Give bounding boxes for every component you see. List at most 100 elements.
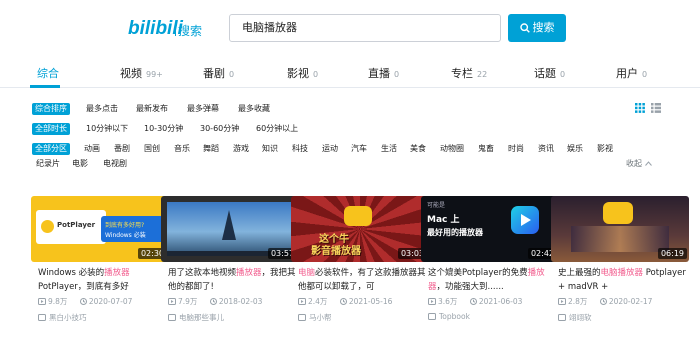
search-button[interactable]: 搜索 xyxy=(508,14,566,42)
zone-option[interactable]: 影视 xyxy=(597,143,613,155)
thumb-caption: Mac 上 xyxy=(427,215,460,225)
duration-option[interactable]: 全部时长 xyxy=(32,123,70,135)
tab-topic[interactable]: 话题 0 xyxy=(534,65,565,81)
play-count-icon xyxy=(558,298,566,305)
sort-option[interactable]: 最多弹幕 xyxy=(187,103,219,115)
zone-option[interactable]: 鬼畜 xyxy=(478,143,494,155)
play-triangle xyxy=(521,214,531,226)
up-icon xyxy=(38,314,46,321)
video-thumbnail[interactable]: 可能是 Mac 上 最好用的播放器 02:42 xyxy=(421,196,559,262)
video-meta: 7.9万 2018-02-03 xyxy=(168,296,298,307)
duration-option[interactable]: 10分钟以下 xyxy=(86,123,128,135)
grid-view-icon[interactable] xyxy=(635,103,645,115)
video-card[interactable]: 03:57 用了这款本地视频播放器，我把其他的都卸了! 7.9万 2018-02… xyxy=(161,196,299,336)
video-card[interactable]: 这个牛 影音播放器 03:03 电脑必装软件，有了这款播放器其他都可以卸载了，可… xyxy=(291,196,429,336)
video-title[interactable]: 这个媲美Potplayer的免费播放器，功能强大到...... xyxy=(428,266,556,294)
duration-option[interactable]: 10-30分钟 xyxy=(144,123,183,135)
collapse-toggle[interactable]: 收起 xyxy=(626,158,652,169)
search-icon xyxy=(519,23,530,33)
tab-label: 综合 xyxy=(37,67,59,80)
tab-article[interactable]: 专栏 22 xyxy=(451,65,487,81)
tab-film[interactable]: 影视 0 xyxy=(287,65,318,81)
zone-option[interactable]: 科技 xyxy=(292,143,308,155)
video-card[interactable]: 可能是 Mac 上 最好用的播放器 02:42 这个媲美Potplayer的免费… xyxy=(421,196,559,336)
uploader[interactable]: 翊翊软 xyxy=(558,312,592,323)
up-icon xyxy=(428,313,436,320)
zone-option[interactable]: 知识 xyxy=(262,143,278,155)
sort-option[interactable]: 综合排序 xyxy=(32,103,70,115)
video-title[interactable]: Windows 必装的播放器 PotPlayer，到底有多好 xyxy=(38,266,166,294)
sort-option[interactable]: 最新发布 xyxy=(136,103,168,115)
zone-option[interactable]: 电视剧 xyxy=(103,158,127,170)
uploader[interactable]: Topbook xyxy=(428,312,470,321)
uploader[interactable]: 马小帮 xyxy=(298,312,332,323)
duration-option[interactable]: 60分钟以上 xyxy=(256,123,298,135)
title-text: ，功能强大到...... xyxy=(436,282,504,292)
view-count: 2.8万 xyxy=(568,297,588,306)
view-count: 7.9万 xyxy=(178,297,198,306)
upload-date: 2018-02-03 xyxy=(218,297,263,306)
duration-filter-row: 全部时长 10分钟以下 10-30分钟 30-60分钟 60分钟以上 xyxy=(32,123,432,135)
video-thumbnail[interactable]: 03:57 xyxy=(161,196,299,262)
list-view-icon[interactable] xyxy=(650,103,661,115)
tab-label: 话题 xyxy=(534,67,556,80)
zone-option[interactable]: 运动 xyxy=(322,143,338,155)
player-logo-icon xyxy=(603,202,633,224)
sort-option[interactable]: 最多点击 xyxy=(86,103,118,115)
zone-option[interactable]: 全部分区 xyxy=(32,143,70,155)
tab-user[interactable]: 用户 0 xyxy=(616,65,647,81)
view-toggle xyxy=(635,103,664,115)
player-logo-icon xyxy=(344,206,372,226)
zone-option[interactable]: 音乐 xyxy=(174,143,190,155)
video-title[interactable]: 史上最强的电脑播放器 Potplayer + madVR + xyxy=(558,266,686,294)
title-highlight: 播放器 xyxy=(104,268,130,278)
tab-all[interactable]: 综合 xyxy=(37,65,59,81)
search-input[interactable]: 电脑播放器 xyxy=(229,14,501,42)
uploader-name: 马小帮 xyxy=(309,313,332,322)
thumb-blue-panel: 到底有多好用? Windows 必装 xyxy=(101,216,165,242)
title-text: PotPlayer，到底有多好 xyxy=(38,282,129,292)
zone-option[interactable]: 动画 xyxy=(84,143,100,155)
duration-option[interactable]: 30-60分钟 xyxy=(200,123,239,135)
zone-option[interactable]: 生活 xyxy=(381,143,397,155)
thumb-caption: PotPlayer xyxy=(57,221,96,229)
zone-option[interactable]: 纪录片 xyxy=(36,158,60,170)
zone-option[interactable]: 游戏 xyxy=(233,143,249,155)
clock-icon xyxy=(469,298,477,305)
video-card[interactable]: 06:19 史上最强的电脑播放器 Potplayer + madVR + 2.8… xyxy=(551,196,689,336)
duration-badge: 06:19 xyxy=(657,248,687,259)
sort-option[interactable]: 最多收藏 xyxy=(238,103,270,115)
tab-label: 用户 xyxy=(616,67,638,80)
title-text: 这个媲美Potplayer的免费 xyxy=(428,268,528,278)
uploader[interactable]: 电脑那些事儿 xyxy=(168,312,224,323)
upload-date: 2021-05-16 xyxy=(348,297,393,306)
thumb-caption: 可能是 xyxy=(427,202,446,209)
video-thumbnail[interactable]: 06:19 xyxy=(551,196,689,262)
video-title[interactable]: 电脑必装软件，有了这款播放器其他都可以卸载了，可 xyxy=(298,266,426,294)
video-thumbnail[interactable]: PotPlayer 到底有多好用? Windows 必装 02:30 xyxy=(31,196,169,262)
app-logo-icon xyxy=(511,206,539,234)
video-thumbnail[interactable]: 这个牛 影音播放器 03:03 xyxy=(291,196,429,262)
uploader[interactable]: 黑白小技巧 xyxy=(38,312,87,323)
zone-option[interactable]: 舞蹈 xyxy=(203,143,219,155)
video-title[interactable]: 用了这款本地视频播放器，我把其他的都卸了! xyxy=(168,266,296,294)
zone-option[interactable]: 国创 xyxy=(144,143,160,155)
zone-option[interactable]: 动物圈 xyxy=(440,143,464,155)
zone-option[interactable]: 资讯 xyxy=(538,143,554,155)
zone-option[interactable]: 时尚 xyxy=(508,143,524,155)
up-icon xyxy=(298,314,306,321)
tab-live[interactable]: 直播 0 xyxy=(368,65,399,81)
tab-count: 0 xyxy=(394,70,400,79)
video-card[interactable]: PotPlayer 到底有多好用? Windows 必装 02:30 Windo… xyxy=(31,196,169,336)
zone-option[interactable]: 电影 xyxy=(72,158,88,170)
thumb-caption: 最好用的播放器 xyxy=(427,228,483,237)
tab-bangumi[interactable]: 番剧 0 xyxy=(203,65,234,81)
zone-option[interactable]: 番剧 xyxy=(114,143,130,155)
zone-option[interactable]: 汽车 xyxy=(351,143,367,155)
zone-option[interactable]: 娱乐 xyxy=(567,143,583,155)
tab-video[interactable]: 视频 99+ xyxy=(120,65,163,81)
zone-option[interactable]: 美食 xyxy=(410,143,426,155)
tab-count: 22 xyxy=(477,70,488,79)
type-tabs: 综合 视频 99+ 番剧 0 影视 0 直播 0 专栏 22 话题 0 用户 0 xyxy=(0,56,700,88)
clock-icon xyxy=(599,298,607,305)
